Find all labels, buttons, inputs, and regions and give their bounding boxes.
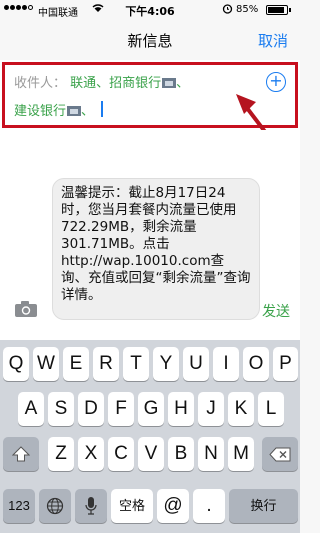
- cancel-button[interactable]: 取消: [258, 30, 288, 51]
- key-p[interactable]: P: [273, 347, 298, 381]
- key-i[interactable]: I: [213, 347, 239, 381]
- key-x[interactable]: X: [78, 437, 104, 471]
- text-caret: [101, 101, 103, 117]
- recipient-names[interactable]: 联通、招商银行: [70, 76, 161, 91]
- keyboard: Q W E R T Y U I O P A S D F G H J K L Z …: [0, 340, 300, 533]
- key-z[interactable]: Z: [48, 437, 74, 471]
- backspace-icon: [269, 447, 291, 462]
- alarm-icon: [222, 3, 233, 17]
- key-c[interactable]: C: [108, 437, 134, 471]
- navigation-bar: 新信息 取消: [0, 20, 300, 60]
- bank-icon: [162, 76, 177, 88]
- key-l[interactable]: L: [258, 392, 284, 426]
- key-o[interactable]: O: [243, 347, 269, 381]
- key-h[interactable]: H: [168, 392, 194, 426]
- key-f[interactable]: F: [108, 392, 134, 426]
- recipient-label: 收件人：: [14, 76, 67, 91]
- camera-icon[interactable]: [14, 300, 38, 318]
- key-r[interactable]: R: [93, 347, 119, 381]
- key-a[interactable]: A: [18, 392, 44, 426]
- globe-key[interactable]: [39, 489, 71, 523]
- key-at[interactable]: @: [157, 489, 189, 523]
- key-y[interactable]: Y: [153, 347, 179, 381]
- key-dot[interactable]: .: [193, 489, 225, 523]
- recipient-line-1[interactable]: 收件人： 联通、招商银行、: [14, 72, 189, 91]
- key-g[interactable]: G: [138, 392, 164, 426]
- key-k[interactable]: K: [228, 392, 254, 426]
- battery-icon: [266, 5, 291, 15]
- add-recipient-button[interactable]: +: [266, 72, 286, 92]
- space-key[interactable]: 空格: [111, 489, 153, 523]
- status-bar: 中国联通 下午4:06 85%: [0, 0, 300, 20]
- microphone-icon: [85, 497, 97, 515]
- return-key[interactable]: 换行: [229, 489, 298, 523]
- key-j[interactable]: J: [198, 392, 224, 426]
- shift-key[interactable]: [3, 437, 39, 471]
- key-e[interactable]: E: [63, 347, 89, 381]
- key-t[interactable]: T: [123, 347, 149, 381]
- recipient-name[interactable]: 建设银行: [14, 104, 66, 119]
- send-button[interactable]: 发送: [262, 301, 290, 321]
- message-bubble: 温馨提示：截止8月17日24时，您当月套餐内流量已使用722.29MB，剩余流量…: [52, 178, 260, 320]
- battery-percent: 85%: [236, 4, 259, 15]
- key-m[interactable]: M: [228, 437, 254, 471]
- bank-icon: [67, 104, 82, 116]
- key-q[interactable]: Q: [3, 347, 29, 381]
- microphone-key[interactable]: [75, 489, 107, 523]
- page-title: 新信息: [127, 32, 173, 50]
- shift-icon: [11, 446, 31, 462]
- key-w[interactable]: W: [33, 347, 59, 381]
- key-n[interactable]: N: [198, 437, 224, 471]
- recipient-line-2[interactable]: 建设银行、: [14, 100, 94, 119]
- key-u[interactable]: U: [183, 347, 209, 381]
- globe-icon: [46, 497, 64, 515]
- key-d[interactable]: D: [78, 392, 104, 426]
- key-b[interactable]: B: [168, 437, 194, 471]
- recipient-separator: 、: [176, 76, 190, 91]
- key-v[interactable]: V: [138, 437, 164, 471]
- key-s[interactable]: S: [48, 392, 74, 426]
- recipient-separator: 、: [81, 104, 95, 119]
- numbers-key[interactable]: 123: [3, 489, 35, 523]
- delete-key[interactable]: [262, 437, 298, 471]
